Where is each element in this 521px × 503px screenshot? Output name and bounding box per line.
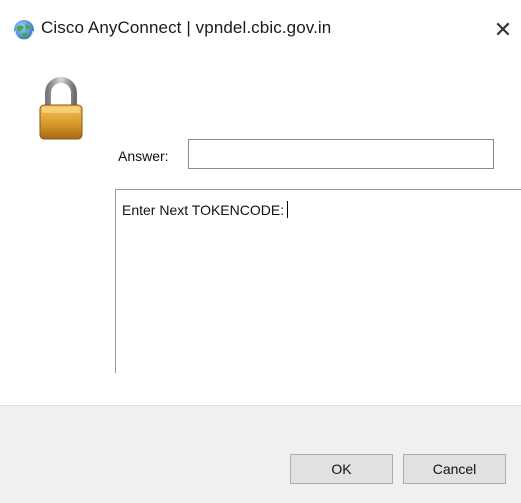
ok-button[interactable]: OK	[290, 454, 393, 484]
answer-input[interactable]	[188, 139, 494, 169]
title-bar: Cisco AnyConnect | vpndel.cbic.gov.in ✕	[0, 0, 521, 62]
cancel-button[interactable]: Cancel	[403, 454, 506, 484]
window-title: Cisco AnyConnect | vpndel.cbic.gov.in	[41, 18, 332, 37]
close-button[interactable]: ✕	[485, 10, 521, 50]
token-prompt-label: Enter Next TOKENCODE:	[122, 202, 285, 218]
padlock-icon	[39, 77, 83, 140]
token-prompt-text: Enter Next TOKENCODE:	[122, 201, 289, 218]
answer-label: Answer:	[118, 148, 169, 164]
token-prompt-area[interactable]: Enter Next TOKENCODE:	[115, 189, 521, 373]
text-caret	[287, 201, 289, 218]
cisco-anyconnect-globe-icon	[14, 20, 34, 41]
